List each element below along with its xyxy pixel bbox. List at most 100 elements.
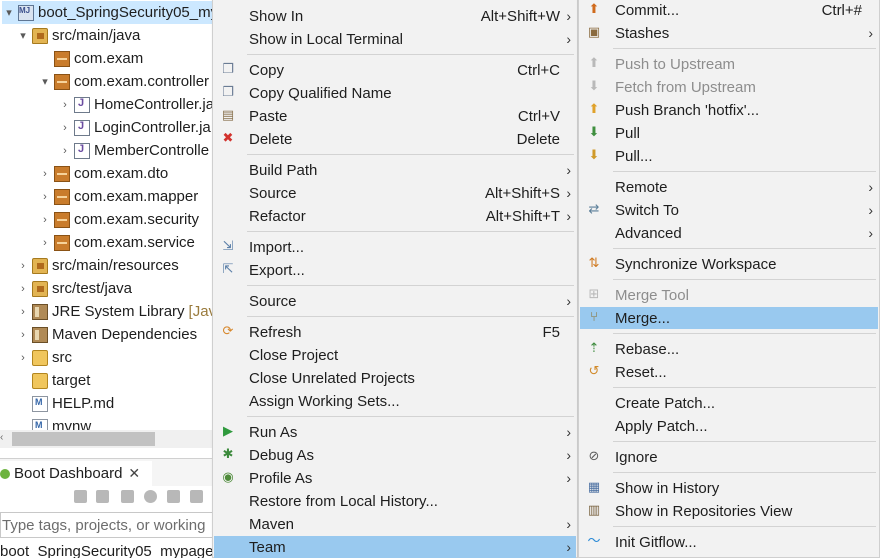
menu-item-reset[interactable]: ↺ Reset... — [580, 361, 878, 383]
expand-right-icon[interactable]: › — [38, 168, 52, 180]
tree-item[interactable]: › LoginController.ja — [58, 116, 211, 139]
dashboard-project-row[interactable]: boot_SpringSecurity05_mypage — [0, 543, 213, 558]
tree-item[interactable]: › src/main/resources — [16, 254, 179, 277]
menu-item-label: Delete — [249, 130, 293, 148]
menu-item-run-as[interactable]: ▶ Run As › — [214, 421, 576, 443]
menu-item-maven[interactable]: Maven › — [214, 513, 576, 535]
tree-item[interactable]: › com.exam.mapper — [38, 185, 198, 208]
menu-item-close-project[interactable]: Close Project — [214, 344, 576, 366]
tree-item[interactable]: › JRE System Library[Java — [16, 300, 213, 323]
tree-item[interactable]: ▾ boot_SpringSecurity05_my — [2, 1, 213, 24]
menu-item-apply-patch[interactable]: Apply Patch... — [580, 415, 878, 437]
expand-right-icon[interactable]: › — [16, 260, 30, 272]
menu-item-commit[interactable]: ⬆ Commit... Ctrl+# — [580, 0, 878, 21]
menu-item-remote[interactable]: Remote › — [580, 176, 878, 198]
menu-item-refactor[interactable]: Refactor Alt+Shift+T › — [214, 205, 576, 227]
menu-item-label: Rebase... — [615, 340, 680, 358]
tree-item[interactable]: › com.exam.dto — [38, 162, 168, 185]
menu-item-rebase[interactable]: ⇡ Rebase... — [580, 338, 878, 360]
expand-down-icon[interactable]: ▾ — [2, 6, 16, 19]
menu-item-delete[interactable]: ✖ Delete Delete — [214, 128, 576, 150]
menu-item-copy[interactable]: ❐ Copy Ctrl+C — [214, 59, 576, 81]
menu-item-paste[interactable]: ▤ Paste Ctrl+V — [214, 105, 576, 127]
menu-item-refresh[interactable]: ⟳ Refresh F5 — [214, 321, 576, 343]
tree-item[interactable]: com.exam — [38, 47, 143, 70]
scrollbar-thumb[interactable] — [12, 432, 155, 446]
team-submenu: ⬆ Commit... Ctrl+# ▣ Stashes › ⬆ Push to Upstre… — [578, 0, 880, 558]
menu-item-advanced[interactable]: Advanced › — [580, 222, 878, 244]
console-icon[interactable] — [167, 490, 180, 503]
tree-item[interactable]: › com.exam.security — [38, 208, 199, 231]
menu-item-close-unrelated-projects[interactable]: Close Unrelated Projects — [214, 367, 576, 389]
menu-item-synchronize-workspace[interactable]: ⇅ Synchronize Workspace — [580, 253, 878, 275]
menu-item-ignore[interactable]: ⊘ Ignore — [580, 446, 878, 468]
tree-item[interactable]: ▾ src/main/java — [16, 24, 140, 47]
stop-icon[interactable] — [121, 490, 134, 503]
menu-item-source[interactable]: Source Alt+Shift+S › — [214, 182, 576, 204]
expand-right-icon[interactable]: › — [16, 352, 30, 364]
tree-item[interactable]: target — [16, 369, 90, 392]
menu-item-push-branch-hotfix[interactable]: ⬆ Push Branch 'hotfix'... — [580, 99, 878, 121]
tree-item[interactable]: › HomeController.ja — [58, 93, 213, 116]
expand-down-icon[interactable]: ▾ — [38, 75, 52, 88]
tree-item[interactable]: › com.exam.service — [38, 231, 195, 254]
menu-item-team[interactable]: Team › — [214, 536, 576, 558]
menu-item-restore-from-local-history[interactable]: Restore from Local History... — [214, 490, 576, 512]
expand-right-icon[interactable]: › — [58, 122, 72, 134]
tab-boot-dashboard[interactable]: Boot Dashboard ✕ — [0, 461, 152, 486]
tree-item[interactable]: › MemberControlle — [58, 139, 209, 162]
menu-item-show-in-history[interactable]: ▦ Show in History — [580, 477, 878, 499]
menu-item-init-gitflow[interactable]: 〜 Init Gitflow... — [580, 531, 878, 553]
menu-item-import[interactable]: ⇲ Import... — [214, 236, 576, 258]
menu-item-show-in-local-terminal[interactable]: Show in Local Terminal › — [214, 28, 576, 50]
expand-right-icon[interactable]: › — [38, 191, 52, 203]
menu-item-shortcut: Ctrl+C — [517, 61, 560, 79]
expand-down-icon[interactable]: ▾ — [16, 29, 30, 42]
tree-item[interactable]: › src/test/java — [16, 277, 132, 300]
package-icon — [54, 211, 70, 228]
menu-item-copy-qualified-name[interactable]: ❐ Copy Qualified Name — [214, 82, 576, 104]
tree-horizontal-scrollbar[interactable]: ‹ — [0, 430, 213, 448]
menu-item-export[interactable]: ⇱ Export... — [214, 259, 576, 281]
expand-right-icon[interactable]: › — [16, 329, 30, 341]
menu-item-assign-working-sets[interactable]: Assign Working Sets... — [214, 390, 576, 412]
menu-item-label: Profile As — [249, 469, 313, 487]
tree-item[interactable]: HELP.md — [16, 392, 114, 415]
menu-item-disconnect[interactable]: ⚡Disconnect — [580, 554, 878, 558]
start-icon[interactable] — [74, 490, 87, 503]
menu-item-label: Show In — [249, 7, 304, 25]
expand-right-icon[interactable]: › — [38, 237, 52, 249]
menu-item-stashes[interactable]: ▣ Stashes › — [580, 22, 878, 44]
menu-item-merge[interactable]: ⑂ Merge... — [580, 307, 878, 329]
menu-item-label: Merge Tool — [615, 286, 689, 304]
menu-item-show-in[interactable]: Show In Alt+Shift+W › — [214, 5, 576, 27]
scroll-left-icon[interactable]: ‹ — [0, 432, 10, 443]
menu-item-source[interactable]: Source › — [214, 290, 576, 312]
menu-item-pull[interactable]: ⬇ Pull... — [580, 145, 878, 167]
expand-right-icon[interactable]: › — [58, 99, 72, 111]
tree-item[interactable]: › src — [16, 346, 72, 369]
expand-right-icon[interactable]: › — [16, 283, 30, 295]
menu-item-switch-to[interactable]: ⇄ Switch To › — [580, 199, 878, 221]
tree-item[interactable]: mvnw — [16, 415, 91, 430]
menu-item-debug-as[interactable]: ✱ Debug As › — [214, 444, 576, 466]
dashboard-filter-input[interactable]: Type tags, projects, or working — [0, 512, 213, 538]
menu-item-create-patch[interactable]: Create Patch... — [580, 392, 878, 414]
close-icon[interactable]: ✕ — [128, 465, 140, 482]
menu-separator — [613, 248, 876, 249]
expand-right-icon[interactable]: › — [38, 214, 52, 226]
settings-icon[interactable] — [190, 490, 203, 503]
expand-right-icon[interactable]: › — [16, 306, 30, 318]
menu-item-profile-as[interactable]: ◉ Profile As › — [214, 467, 576, 489]
tree-item[interactable]: ▾ com.exam.controller — [38, 70, 209, 93]
expand-right-icon[interactable]: › — [58, 145, 72, 157]
tree-item[interactable]: › Maven Dependencies — [16, 323, 197, 346]
java-file-icon — [74, 119, 90, 136]
folder-icon — [32, 349, 48, 366]
menu-item-build-path[interactable]: Build Path › — [214, 159, 576, 181]
menu-item-pull[interactable]: ⬇ Pull — [580, 122, 878, 144]
menu-item-label: Refactor — [249, 207, 306, 225]
debug-icon[interactable] — [96, 490, 109, 503]
open-browser-icon[interactable] — [144, 490, 157, 503]
menu-item-show-in-repositories-view[interactable]: ▥ Show in Repositories View — [580, 500, 878, 522]
